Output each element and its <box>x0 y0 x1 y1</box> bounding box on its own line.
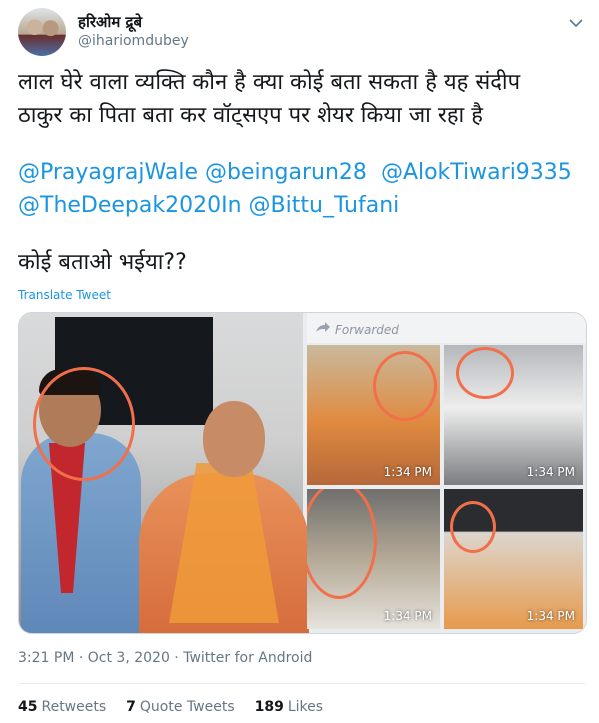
tweet-line-2: ठाकुर का पिता बता कर वॉट्सएप पर शेयर किय… <box>18 103 483 128</box>
tweet-question: कोई बताओ भईया?? <box>18 250 187 275</box>
user-handle[interactable]: @ihariomdubey <box>78 33 189 49</box>
tweet-media[interactable]: Forwarded 1:34 PM 1:34 PM 1:34 PM 1:34 P… <box>18 312 587 634</box>
thumb-time: 1:34 PM <box>383 609 432 623</box>
avatar[interactable] <box>18 8 66 56</box>
quotes-label: Quote Tweets <box>139 699 235 715</box>
thumbnail-photo[interactable]: 1:34 PM <box>444 345 583 485</box>
thumb-time: 1:34 PM <box>526 609 575 623</box>
divider <box>18 683 585 684</box>
mention-link[interactable]: @Bittu_Tufani <box>249 193 400 218</box>
quotes-count: 7 <box>126 699 136 715</box>
tweet-stats: 45 Retweets 7 Quote Tweets 189 Likes <box>18 699 323 715</box>
tweet-timestamp[interactable]: 3:21 PM · Oct 3, 2020 · Twitter for Andr… <box>18 650 312 666</box>
mention-link[interactable]: @TheDeepak2020In <box>18 193 242 218</box>
mention-link[interactable]: @beingarun28 <box>205 160 367 185</box>
forward-arrow-icon <box>315 321 331 336</box>
user-display-name[interactable]: हरिओम द्रूबे <box>78 12 142 32</box>
likes-label: Likes <box>287 699 324 715</box>
likes-stat[interactable]: 189 Likes <box>255 699 323 715</box>
tweet-header: हरिओम द्रूबे @ihariomdubey <box>18 8 589 58</box>
thumb-time: 1:34 PM <box>526 465 575 479</box>
likes-count: 189 <box>254 699 284 715</box>
mentions-line-1: @PrayagrajWale @beingarun28 @AlokTiwari9… <box>18 156 583 189</box>
thumbnail-photo[interactable]: 1:34 PM <box>307 345 440 485</box>
retweets-stat[interactable]: 45 Retweets <box>18 699 106 715</box>
mention-link[interactable]: @PrayagrajWale <box>18 160 198 185</box>
tweet-line-1: लाल घेरे वाला व्यक्ति कौन है क्या कोई बत… <box>18 70 521 95</box>
red-circle-annotation <box>33 367 135 481</box>
person-right-head <box>203 401 265 477</box>
thumbnail-photo[interactable]: 1:34 PM <box>307 489 440 629</box>
chevron-down-icon[interactable] <box>567 14 585 32</box>
mention-link[interactable]: @AlokTiwari9335 <box>381 160 572 185</box>
translate-tweet-link[interactable]: Translate Tweet <box>18 288 111 302</box>
tweet-text: लाल घेरे वाला व्यक्ति कौन है क्या कोई बत… <box>18 66 583 279</box>
retweets-count: 45 <box>18 699 38 715</box>
retweets-label: Retweets <box>41 699 107 715</box>
main-photo[interactable] <box>19 313 309 633</box>
quote-tweets-stat[interactable]: 7 Quote Tweets <box>126 699 234 715</box>
thumb-time: 1:34 PM <box>383 465 432 479</box>
forwarded-label: Forwarded <box>335 323 399 337</box>
thumbnail-photo[interactable]: 1:34 PM <box>444 489 583 629</box>
forwarded-bar: Forwarded <box>307 313 586 343</box>
mentions-line-2: @TheDeepak2020In @Bittu_Tufani <box>18 189 583 222</box>
